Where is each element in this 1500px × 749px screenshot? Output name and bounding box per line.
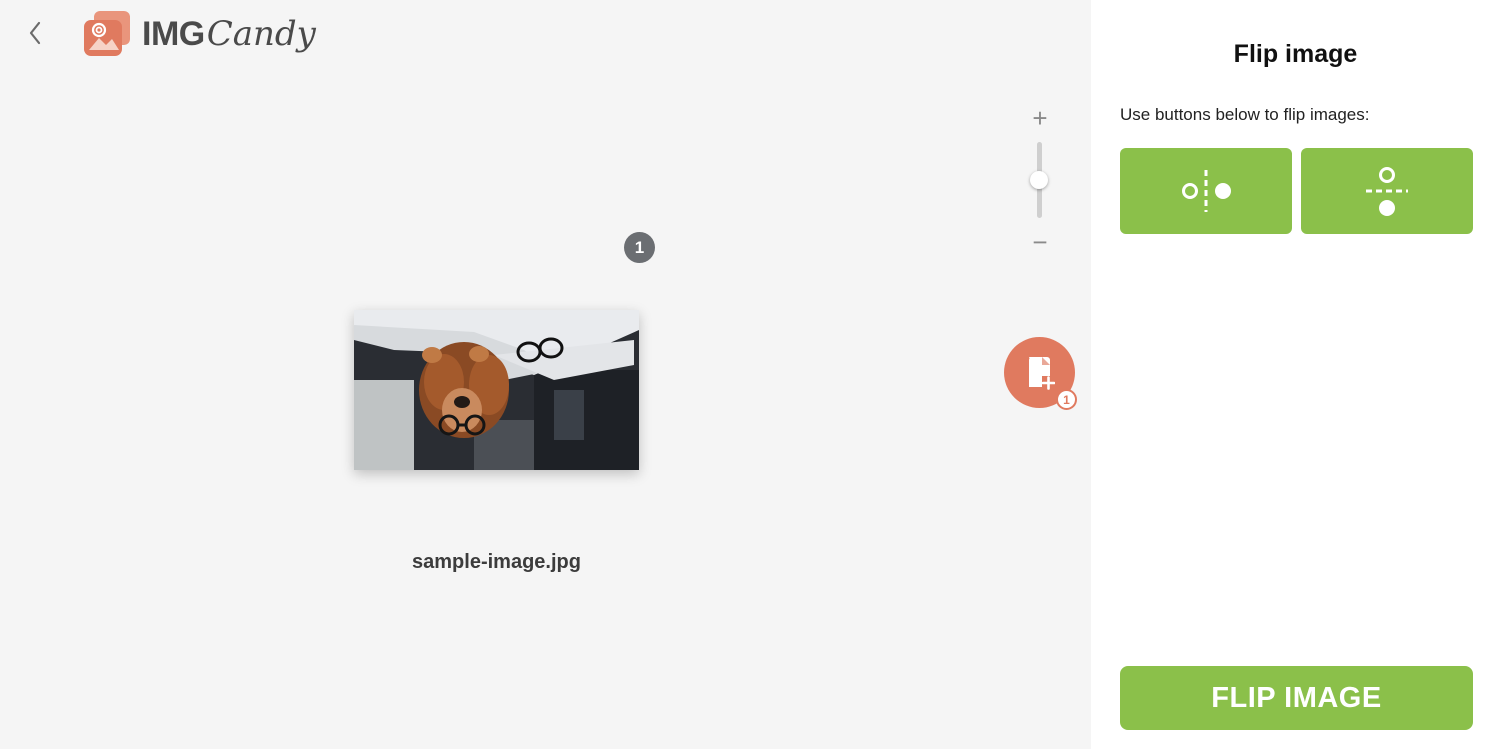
tool-sidebar: Flip image Use buttons below to flip ima… (1091, 0, 1500, 749)
zoom-in-button[interactable]: + (1028, 105, 1052, 131)
flip-horizontal-icon (1182, 170, 1231, 212)
image-thumbnail[interactable] (354, 310, 639, 470)
sidebar-description: Use buttons below to flip images: (1120, 105, 1370, 124)
sidebar-title: Flip image (1233, 40, 1358, 68)
file-plus-icon (1028, 356, 1055, 390)
zoom-out-button[interactable]: − (1028, 229, 1052, 255)
flip-image-submit-button[interactable]: FLIP IMAGE (1120, 666, 1473, 730)
zoom-slider-handle[interactable] (1030, 171, 1048, 189)
chevron-left-icon (29, 21, 41, 45)
flip-horizontal-button[interactable] (1120, 148, 1292, 234)
file-index-badge: 1 (624, 232, 655, 263)
candy-image-logo-icon (84, 11, 130, 56)
file-name: sample-image.jpg (412, 551, 581, 573)
back-button[interactable] (22, 18, 48, 48)
dog-photo-thumbnail (354, 310, 639, 470)
logo[interactable]: IMG Candy (82, 9, 316, 59)
add-file-count-badge: 1 (1056, 389, 1077, 410)
flip-vertical-button[interactable] (1301, 148, 1473, 234)
logo-text-img: IMG (142, 14, 205, 53)
flip-vertical-icon (1366, 167, 1408, 216)
logo-text-candy: Candy (206, 14, 316, 54)
workspace: IMG Candy + − 1 sample-image.jpg 1 (0, 0, 1091, 749)
